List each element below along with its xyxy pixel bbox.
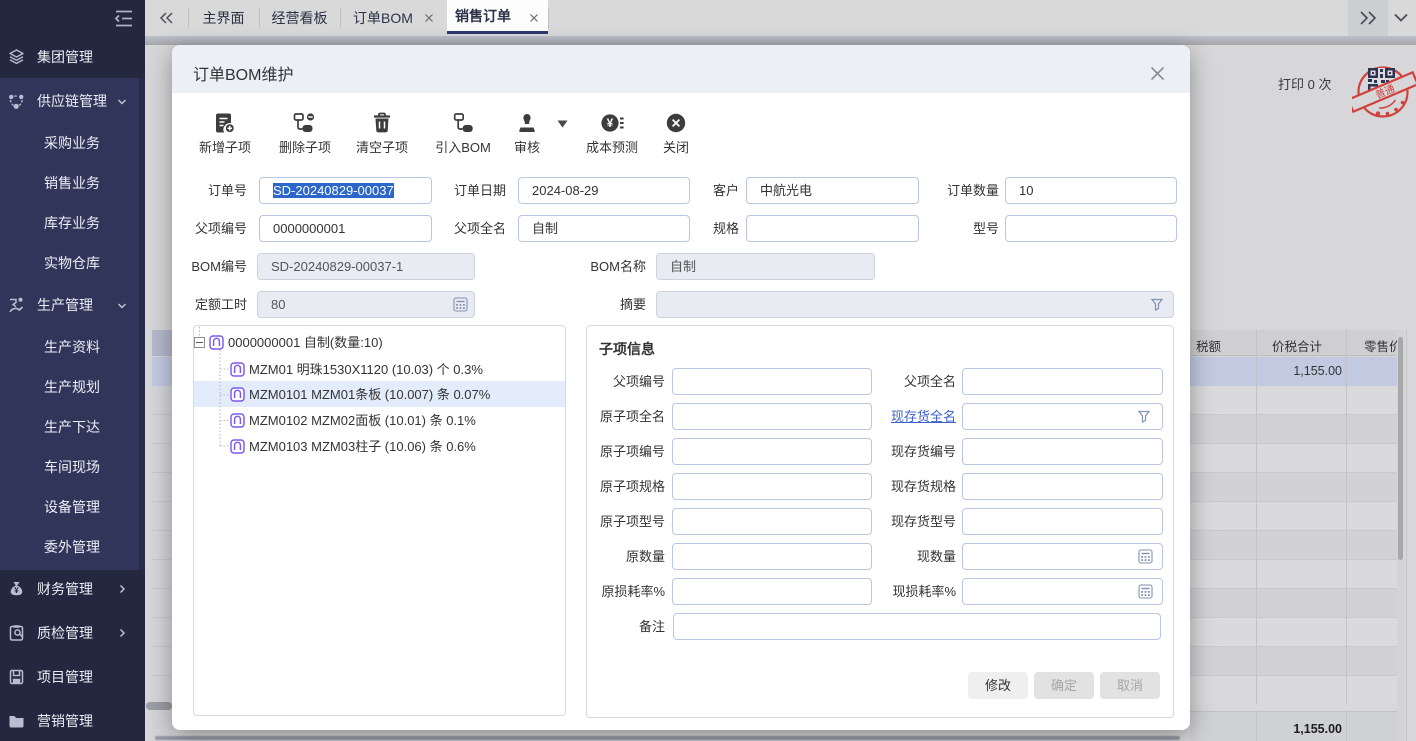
svg-text:¥: ¥ (606, 118, 613, 130)
svg-text:¥: ¥ (14, 586, 19, 595)
